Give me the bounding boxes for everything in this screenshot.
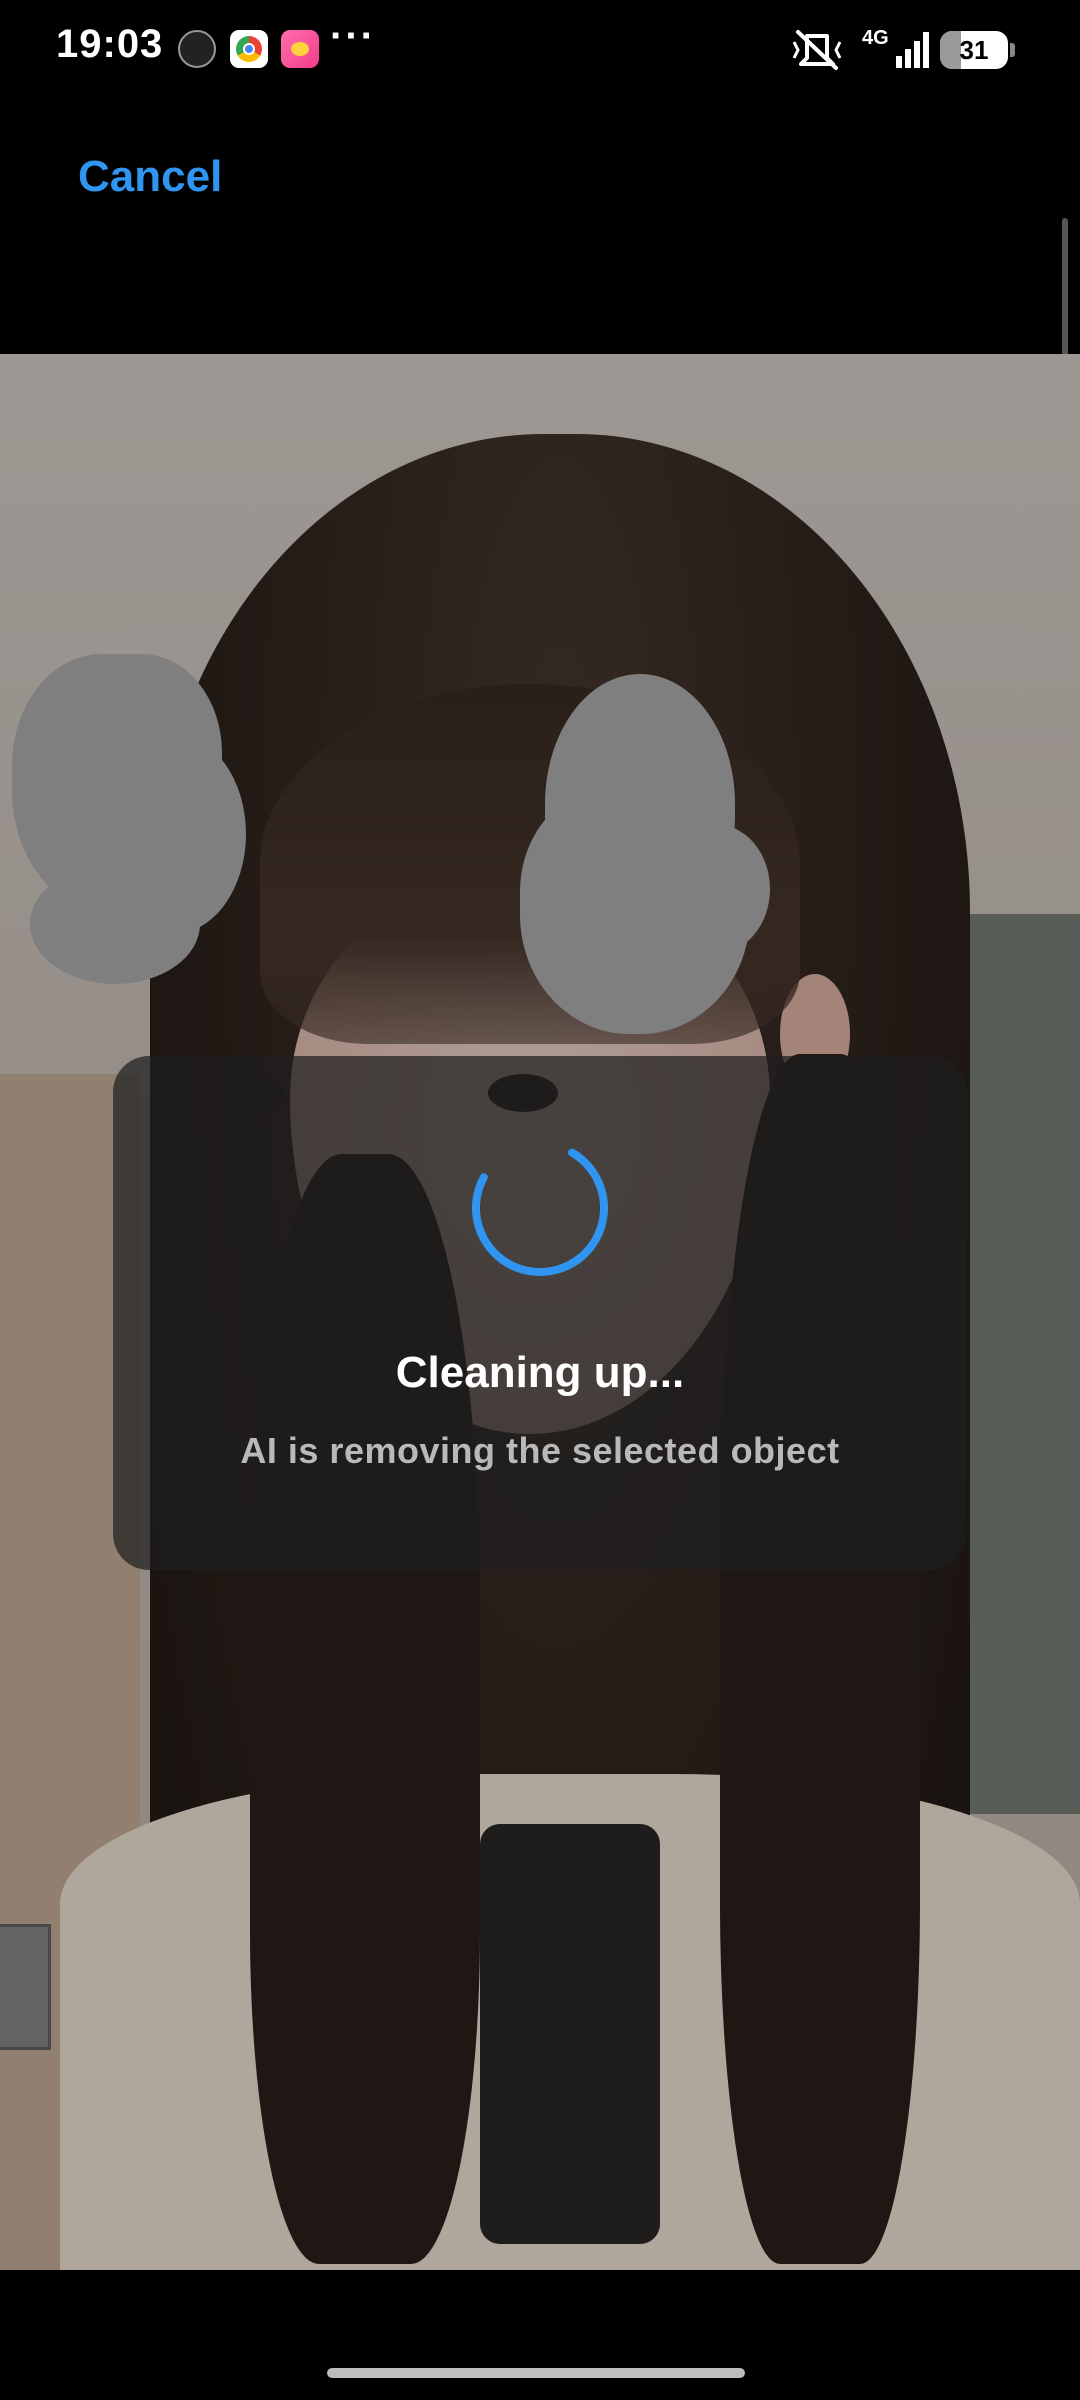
chrome-icon bbox=[230, 30, 268, 68]
home-indicator[interactable] bbox=[327, 2368, 745, 2378]
battery-tip bbox=[1010, 43, 1015, 57]
cancel-button[interactable]: Cancel bbox=[78, 152, 222, 202]
battery-percent: 31 bbox=[959, 35, 989, 65]
screen: 19:03 ··· 4G 31 Cancel Cleaning up... AI… bbox=[0, 0, 1080, 2400]
loading-spinner-icon bbox=[472, 1140, 608, 1276]
status-bar: 19:03 ··· 4G 31 bbox=[0, 0, 1080, 100]
loading-subtitle: AI is removing the selected object bbox=[240, 1430, 840, 1471]
mute-icon bbox=[792, 30, 842, 70]
loading-dialog: Cleaning up... AI is removing the select… bbox=[113, 1056, 967, 1570]
network-label: 4G bbox=[862, 27, 889, 49]
pink-app-icon bbox=[281, 30, 319, 68]
signal-icon bbox=[896, 32, 929, 68]
spiral-app-icon bbox=[178, 30, 216, 68]
battery-icon: 31 bbox=[940, 31, 1008, 69]
more-notifications-icon: ··· bbox=[330, 14, 376, 58]
loading-title: Cleaning up... bbox=[395, 1348, 685, 1397]
status-time: 19:03 bbox=[56, 22, 164, 66]
